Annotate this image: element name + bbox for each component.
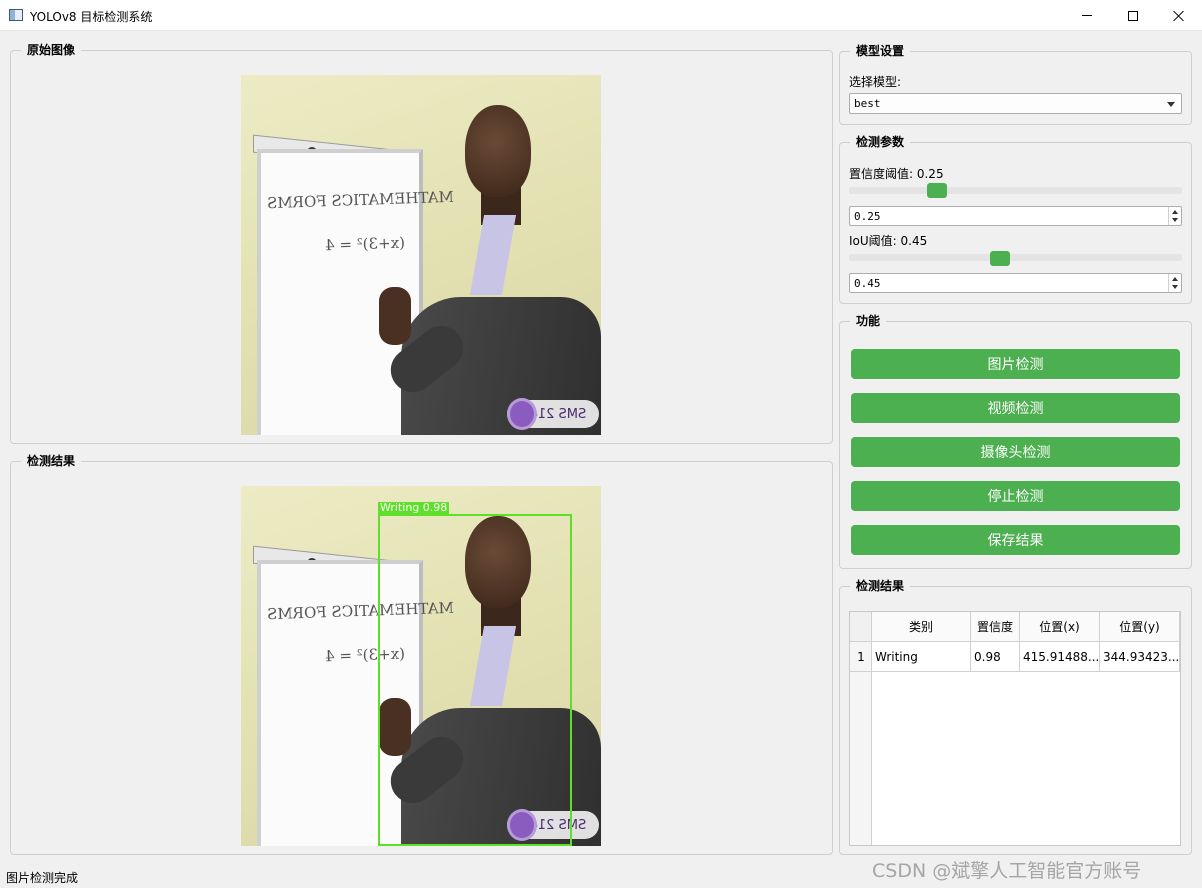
spin-up-icon <box>1172 210 1178 214</box>
model-settings-title: 模型设置 <box>850 43 911 59</box>
original-image-title: 原始图像 <box>21 42 82 58</box>
image-detect-button[interactable]: 图片检测 <box>851 349 1180 379</box>
result-image-title: 检测结果 <box>21 453 82 469</box>
maximize-button[interactable] <box>1110 0 1156 31</box>
conf-slider[interactable] <box>849 187 1182 194</box>
column-header-confidence[interactable]: 置信度 <box>971 612 1020 642</box>
column-header-x[interactable]: 位置(x) <box>1020 612 1100 642</box>
close-icon <box>1173 10 1185 22</box>
conf-spin-buttons[interactable] <box>1168 207 1181 225</box>
row-header-column <box>850 642 872 845</box>
stop-detect-button[interactable]: 停止检测 <box>851 481 1180 511</box>
csdn-watermark: CSDN @斌擎人工智能官方账号 <box>872 860 1142 882</box>
camera-detect-button[interactable]: 摄像头检测 <box>851 437 1180 467</box>
model-select[interactable]: best <box>849 93 1182 114</box>
results-table[interactable]: 类别 置信度 位置(x) 位置(y) 1 Writing 0.98 415.91… <box>849 611 1181 846</box>
table-cell-y[interactable]: 344.93423... <box>1100 642 1180 672</box>
board-text-2: (x+3)² = 4 <box>324 233 406 255</box>
chevron-down-icon <box>1167 102 1175 107</box>
video-detect-button[interactable]: 视频检测 <box>851 393 1180 423</box>
detection-box <box>378 514 572 846</box>
functions-title: 功能 <box>850 313 887 329</box>
original-image-group: 原始图像 MATHEMATICS FORMS (x+3)² = 4 SMS 21… <box>10 42 833 444</box>
minimize-button[interactable] <box>1064 0 1110 31</box>
spin-down-icon <box>1172 218 1178 222</box>
iou-spinbox-value: 0.45 <box>854 277 881 290</box>
detect-params-title: 检测参数 <box>850 134 911 150</box>
table-row-number[interactable]: 1 <box>850 642 872 672</box>
close-button[interactable] <box>1156 0 1202 31</box>
table-cell-confidence[interactable]: 0.98 <box>971 642 1020 672</box>
table-cell-x[interactable]: 415.91488... <box>1020 642 1100 672</box>
iou-label: IoU阈值: 0.45 <box>849 234 928 248</box>
conf-slider-handle[interactable] <box>927 183 947 198</box>
minimize-icon <box>1082 15 1092 16</box>
result-image-group: 检测结果 MATHEMATICS FORMS (x+3)² = 4 SMS 21… <box>10 453 833 855</box>
iou-spin-buttons[interactable] <box>1168 274 1181 292</box>
select-model-label: 选择模型: <box>849 75 902 89</box>
title-bar: YOLOv8 目标检测系统 <box>0 0 1202 31</box>
status-text: 图片检测完成 <box>6 871 79 885</box>
table-cell-class[interactable]: Writing <box>872 642 971 672</box>
maximize-icon <box>1128 10 1138 21</box>
conf-spinbox-value: 0.25 <box>854 210 881 223</box>
conf-label: 置信度阈值: 0.25 <box>849 167 944 181</box>
results-table-title: 检测结果 <box>850 578 911 594</box>
column-header-class[interactable]: 类别 <box>872 612 971 642</box>
model-select-value: best <box>854 97 881 110</box>
iou-slider-handle[interactable] <box>990 251 1010 266</box>
spin-up-icon <box>1172 277 1178 281</box>
spin-down-icon <box>1172 285 1178 289</box>
conf-spinbox[interactable]: 0.25 <box>849 206 1182 226</box>
detection-label: Writing 0.98 <box>378 501 450 514</box>
save-results-button[interactable]: 保存结果 <box>851 525 1180 555</box>
iou-spinbox[interactable]: 0.45 <box>849 273 1182 293</box>
app-icon <box>9 9 23 21</box>
table-corner-button[interactable] <box>850 612 872 642</box>
original-image: MATHEMATICS FORMS (x+3)² = 4 SMS 21450 <box>241 75 601 435</box>
window-title: YOLOv8 目标检测系统 <box>30 10 153 24</box>
result-image: MATHEMATICS FORMS (x+3)² = 4 SMS 21450 W… <box>241 486 601 846</box>
iou-slider[interactable] <box>849 254 1182 261</box>
column-header-y[interactable]: 位置(y) <box>1100 612 1180 642</box>
